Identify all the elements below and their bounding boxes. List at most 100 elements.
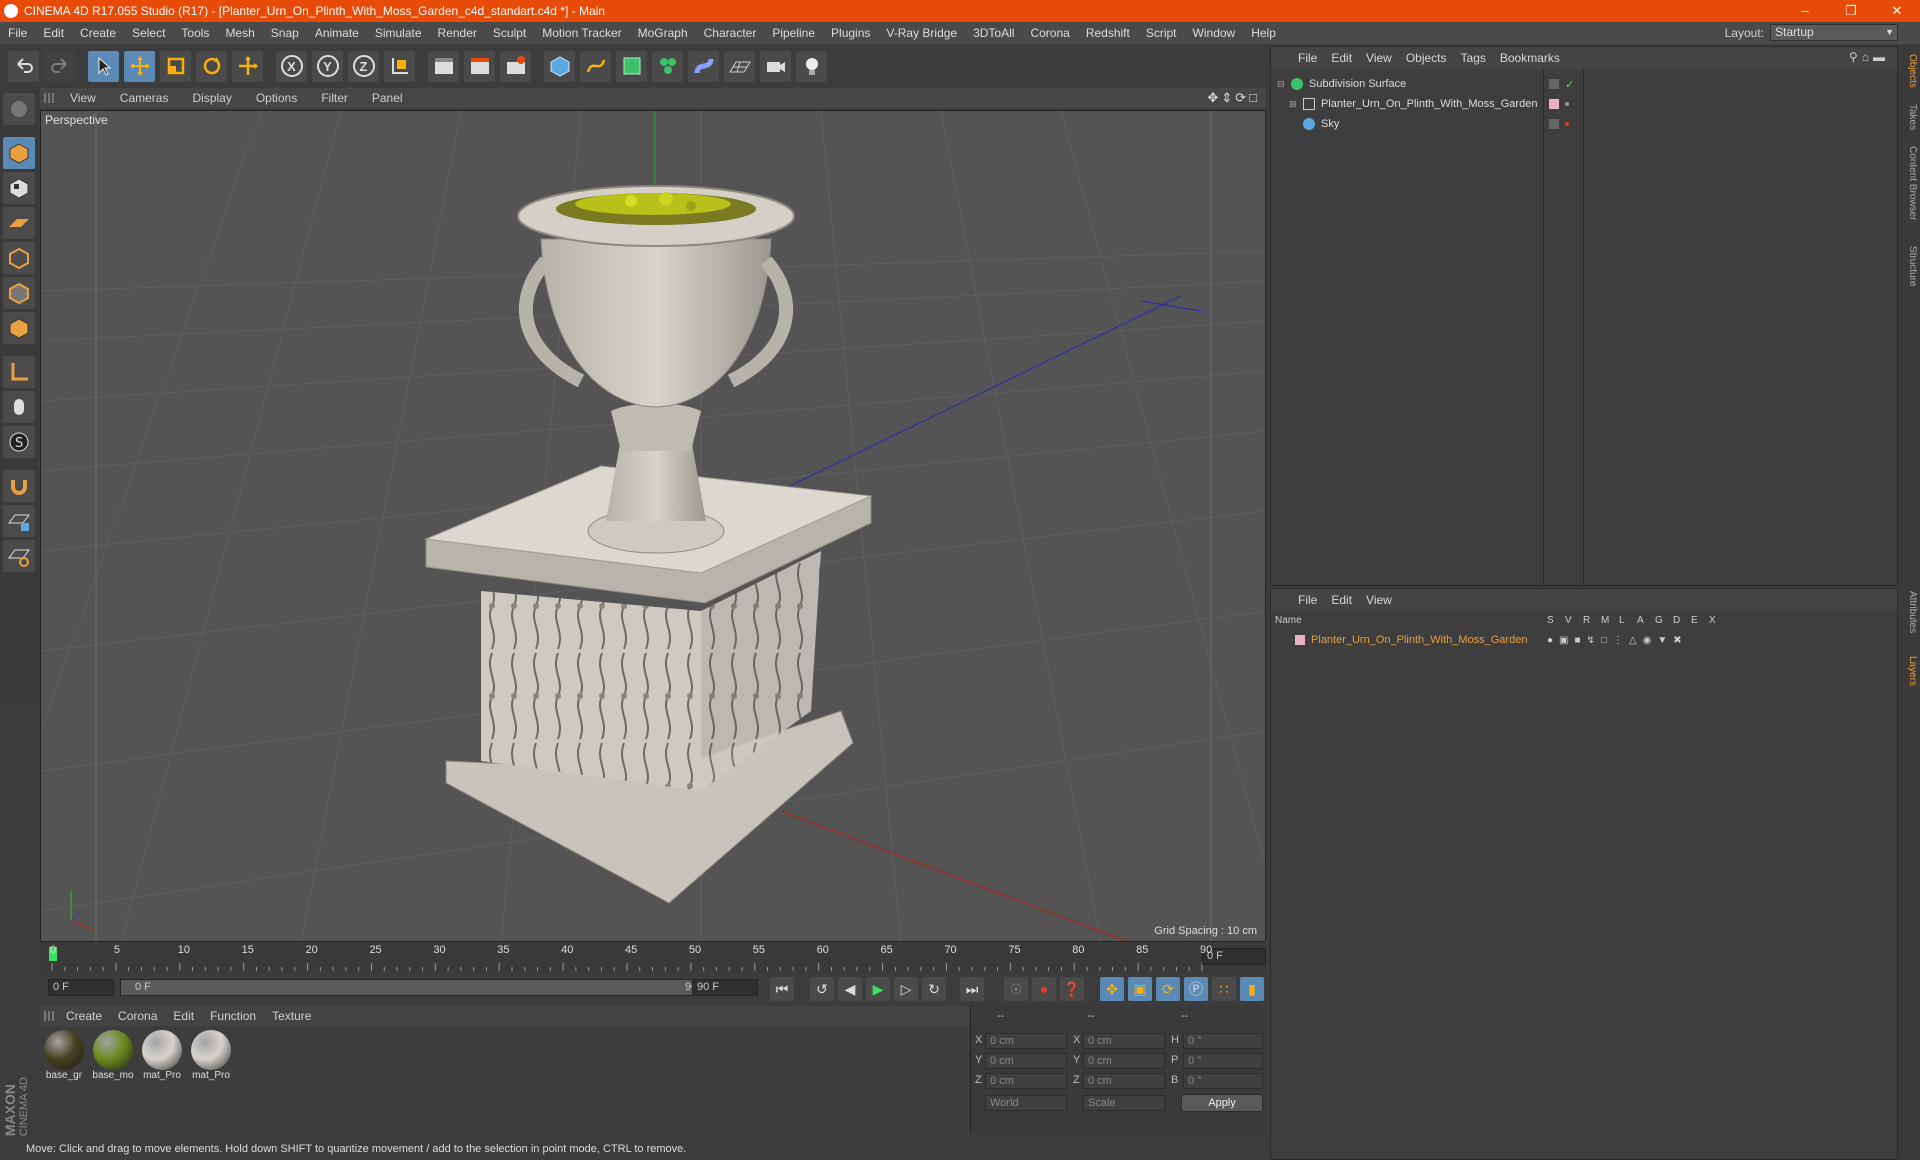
timeline-window-button[interactable]: ▮: [1240, 977, 1264, 1001]
subdivision-surface-button[interactable]: [616, 50, 647, 82]
restore-icon[interactable]: ❐: [1828, 0, 1874, 22]
key-parameter-button[interactable]: Ⓟ: [1184, 977, 1208, 1001]
menu-pipeline[interactable]: Pipeline: [764, 26, 823, 40]
expand-icon[interactable]: ⊞: [1289, 99, 1299, 110]
menu-select[interactable]: Select: [124, 26, 173, 40]
visibility-dot-icon[interactable]: [1565, 122, 1569, 126]
viewport-menu-filter[interactable]: Filter: [309, 91, 360, 105]
tab-structure[interactable]: Structure: [1900, 246, 1918, 287]
object-row[interactable]: ⊞ Planter_Urn_On_Plinth_With_Moss_Garden: [1271, 95, 1897, 113]
layer-col-header[interactable]: G: [1655, 615, 1663, 626]
menu-vray-bridge[interactable]: V-Ray Bridge: [878, 26, 965, 40]
render-view-button[interactable]: [428, 50, 459, 82]
size-y-field[interactable]: 0 cm: [1083, 1053, 1165, 1069]
tab-takes[interactable]: Takes: [1900, 104, 1918, 130]
layer-col-header[interactable]: V: [1565, 615, 1572, 626]
coord-scale-dropdown[interactable]: Scale: [1083, 1095, 1165, 1111]
rotate-tool-button[interactable]: [196, 50, 227, 82]
close-icon[interactable]: ✕: [1874, 0, 1920, 22]
menu-file[interactable]: File: [0, 26, 35, 40]
axis-mode-button[interactable]: [3, 356, 35, 388]
material-swatch[interactable]: base_gr: [42, 1030, 86, 1081]
camera-object-button[interactable]: [760, 50, 791, 82]
autokey-button[interactable]: ●: [1032, 977, 1056, 1001]
tweak-mode-button[interactable]: [3, 391, 35, 423]
magnet-tool-button[interactable]: [3, 470, 35, 502]
menu-redshift[interactable]: Redshift: [1078, 26, 1138, 40]
layer-col-header[interactable]: D: [1673, 615, 1680, 626]
menu-help[interactable]: Help: [1243, 26, 1284, 40]
menu-render[interactable]: Render: [430, 26, 485, 40]
layer-col-header[interactable]: E: [1691, 615, 1698, 626]
render-settings-button[interactable]: [500, 50, 531, 82]
viewport-menu-panel[interactable]: Panel: [360, 91, 415, 105]
om-menu-edit[interactable]: Edit: [1324, 51, 1359, 65]
layer-col-header[interactable]: M: [1601, 615, 1609, 626]
record-disabled-button[interactable]: ☉: [1004, 977, 1028, 1001]
visibility-dot-icon[interactable]: [1565, 102, 1569, 106]
menu-edit[interactable]: Edit: [35, 26, 72, 40]
lm-menu-edit[interactable]: Edit: [1324, 593, 1359, 607]
deformer-button[interactable]: [688, 50, 719, 82]
light-object-button[interactable]: [796, 50, 827, 82]
rotation-b-field[interactable]: 0 °: [1183, 1073, 1263, 1089]
make-editable-button[interactable]: [3, 93, 35, 125]
menu-snap[interactable]: Snap: [263, 26, 307, 40]
material-menu-create[interactable]: Create: [58, 1009, 110, 1023]
rotation-p-field[interactable]: 0 °: [1183, 1053, 1263, 1069]
size-x-field[interactable]: 0 cm: [1083, 1033, 1165, 1049]
menu-plugins[interactable]: Plugins: [823, 26, 878, 40]
layer-row[interactable]: Planter_Urn_On_Plinth_With_Moss_Garden ●…: [1271, 631, 1897, 649]
layer-col-header[interactable]: L: [1619, 615, 1625, 626]
position-z-field[interactable]: 0 cm: [985, 1073, 1067, 1089]
texture-mode-button[interactable]: [3, 172, 35, 204]
layer-col-header[interactable]: S: [1547, 615, 1554, 626]
viewport-menu-cameras[interactable]: Cameras: [108, 91, 181, 105]
layout-dropdown[interactable]: Startup ▼: [1770, 24, 1898, 41]
frame-range-slider[interactable]: 0 F 90 F: [120, 979, 720, 996]
object-row[interactable]: ⊟ Subdivision Surface ✓: [1271, 75, 1897, 93]
menu-create[interactable]: Create: [72, 26, 124, 40]
minimize-icon[interactable]: –: [1782, 0, 1828, 22]
layer-toggle-icons[interactable]: ●▣■↯□⋮△◉▼✖: [1547, 635, 1688, 646]
visibility-icon[interactable]: [1549, 119, 1559, 129]
search-icon[interactable]: ⚲⌂▬: [1849, 50, 1889, 64]
tab-objects[interactable]: Objects: [1900, 54, 1918, 88]
step-back-button[interactable]: ◀: [838, 977, 862, 1001]
layer-col-header[interactable]: R: [1583, 615, 1590, 626]
viewport-menu-view[interactable]: View: [58, 91, 108, 105]
coordinate-system-button[interactable]: [384, 50, 415, 82]
coord-mode-dropdown[interactable]: World: [985, 1095, 1067, 1111]
menu-mesh[interactable]: Mesh: [217, 26, 262, 40]
visibility-icon[interactable]: [1549, 79, 1559, 89]
polygons-mode-button[interactable]: [3, 312, 35, 344]
key-rotation-button[interactable]: ⟳: [1156, 977, 1180, 1001]
go-to-end-button[interactable]: ⏭: [960, 977, 984, 1001]
layer-color-swatch[interactable]: [1295, 635, 1305, 645]
next-key-button[interactable]: ↻: [922, 977, 946, 1001]
om-menu-file[interactable]: File: [1291, 51, 1324, 65]
tab-attributes[interactable]: Attributes: [1900, 591, 1918, 633]
apply-button[interactable]: Apply: [1181, 1094, 1263, 1112]
scale-tool-button[interactable]: [160, 50, 191, 82]
play-button[interactable]: ▶: [866, 977, 890, 1001]
position-y-field[interactable]: 0 cm: [985, 1053, 1067, 1069]
keyframe-help-button[interactable]: ❓: [1060, 977, 1084, 1001]
expand-icon[interactable]: ⊟: [1277, 79, 1287, 90]
end-frame-field[interactable]: 90 F: [692, 979, 758, 996]
locked-workplane-button[interactable]: [3, 505, 35, 537]
render-to-picture-viewer-button[interactable]: [464, 50, 495, 82]
start-frame-field[interactable]: 0 F: [48, 979, 114, 996]
step-forward-button[interactable]: ▷: [894, 977, 918, 1001]
key-pla-button[interactable]: ∷: [1212, 977, 1236, 1001]
points-mode-button[interactable]: [3, 242, 35, 274]
position-x-field[interactable]: 0 cm: [985, 1033, 1067, 1049]
previous-key-button[interactable]: ↺: [810, 977, 834, 1001]
menu-3dtoall[interactable]: 3DToAll: [965, 26, 1022, 40]
menu-corona[interactable]: Corona: [1022, 26, 1077, 40]
tab-content-browser[interactable]: Content Browser: [1900, 146, 1918, 220]
layer-color-icon[interactable]: [1549, 99, 1559, 109]
spline-pen-button[interactable]: [580, 50, 611, 82]
om-menu-view[interactable]: View: [1359, 51, 1399, 65]
material-menu-function[interactable]: Function: [202, 1009, 264, 1023]
